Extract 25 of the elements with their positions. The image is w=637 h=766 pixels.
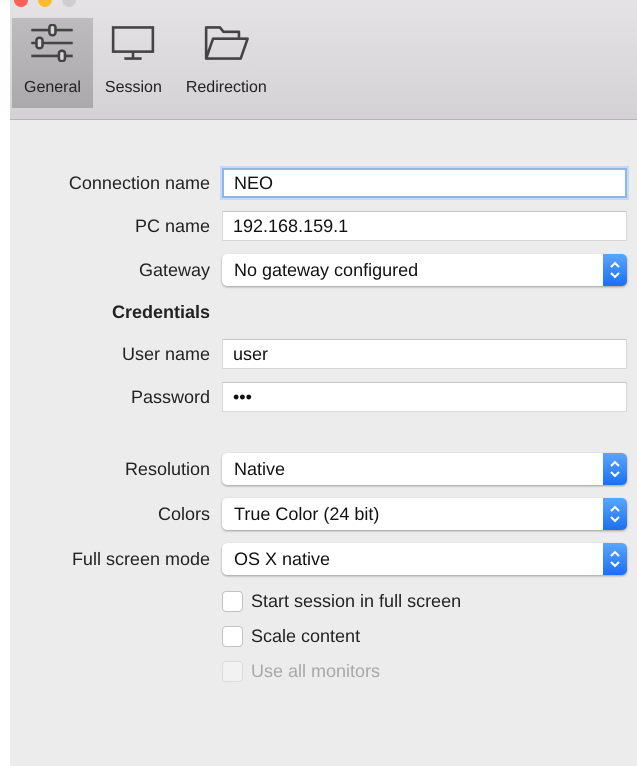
dropdown[interactable]: No gateway configured — [222, 254, 627, 286]
checkbox[interactable] — [222, 626, 243, 647]
field-label: Password — [130, 386, 210, 408]
checkbox[interactable] — [222, 591, 243, 612]
checkbox-label: Start session in full screen — [251, 590, 462, 613]
field-label: Colors — [156, 502, 210, 526]
checkbox-label: Scale content — [251, 625, 360, 648]
dropdown[interactable]: True Color (24 bit) — [222, 498, 627, 530]
toolbar-tab[interactable]: Session — [92, 18, 174, 108]
field-label: Resolution — [124, 458, 210, 480]
field-label: Full screen mode — [70, 548, 210, 570]
input-field[interactable]: user — [222, 339, 627, 369]
section-heading: Credentials — [110, 301, 210, 324]
dropdown[interactable]: Native — [222, 453, 627, 485]
field-label: Connection name — [68, 172, 210, 194]
toolbar-tab[interactable]: Redirection — [174, 18, 279, 108]
field-label: PC name — [134, 214, 210, 238]
checkbox-label: Use all monitors — [251, 660, 380, 683]
input-field[interactable]: NEO — [222, 168, 627, 198]
input-field[interactable]: ••• — [222, 382, 627, 412]
field-label: Gateway — [138, 258, 210, 282]
dropdown[interactable]: OS X native — [222, 543, 627, 575]
input-field[interactable]: 192.168.159.1 — [222, 211, 627, 241]
field-label: User name — [120, 342, 210, 366]
toolbar-tab[interactable]: General — [12, 18, 93, 108]
